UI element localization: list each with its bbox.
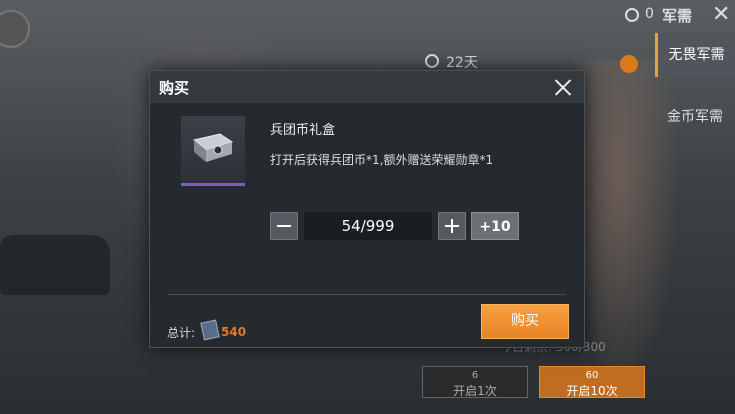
coin-icon: [625, 8, 639, 22]
plus-icon-vertical: [451, 219, 453, 233]
buy-button[interactable]: 购买: [481, 304, 569, 339]
avatar[interactable]: [0, 10, 30, 48]
coin-count: 0: [645, 6, 654, 22]
open-once-cost: 6: [471, 370, 479, 381]
divider: [168, 294, 566, 295]
timer-text: 22天: [446, 55, 478, 71]
clock-icon: [425, 54, 439, 68]
currency-card-icon: [200, 319, 220, 341]
item-tile: [181, 116, 245, 186]
open-ten-button[interactable]: 60 开启10次: [539, 366, 645, 398]
open-once-label: 开启1次: [453, 384, 497, 398]
purchase-dialog: 购买 兵团币礼盒 打开后获得兵团币*1,额外赠送荣耀勋章*1 54/999 +1…: [149, 70, 585, 348]
tab-fearless-crate[interactable]: 无畏军需: [655, 33, 735, 77]
increase-button[interactable]: [438, 212, 466, 240]
side-tabs: 无畏军需 金币军需: [655, 33, 735, 139]
plus-ten-button[interactable]: +10: [471, 212, 519, 240]
close-icon[interactable]: [552, 74, 574, 100]
total-value: 540: [221, 325, 247, 339]
quantity-value[interactable]: 54/999: [304, 212, 432, 240]
total-label: 总计:: [167, 326, 196, 340]
minus-icon: [277, 225, 291, 227]
page-title: 军需: [662, 7, 693, 25]
open-once-button[interactable]: 6 开启1次: [422, 366, 528, 398]
item-name: 兵团币礼盒: [270, 123, 336, 138]
background-vehicle: [0, 235, 110, 295]
open-ten-label: 开启10次: [566, 384, 618, 398]
dialog-title: 购买: [159, 79, 190, 97]
decrease-button[interactable]: [270, 212, 298, 240]
gift-box-icon: [192, 133, 234, 162]
dialog-header: 购买: [150, 71, 584, 103]
tab-coin-crate[interactable]: 金币军需: [655, 95, 735, 139]
open-ten-cost: 60: [585, 370, 599, 381]
close-icon[interactable]: ✕: [712, 2, 730, 27]
item-description: 打开后获得兵团币*1,额外赠送荣耀勋章*1: [270, 153, 494, 167]
badge-icon: [620, 55, 638, 73]
